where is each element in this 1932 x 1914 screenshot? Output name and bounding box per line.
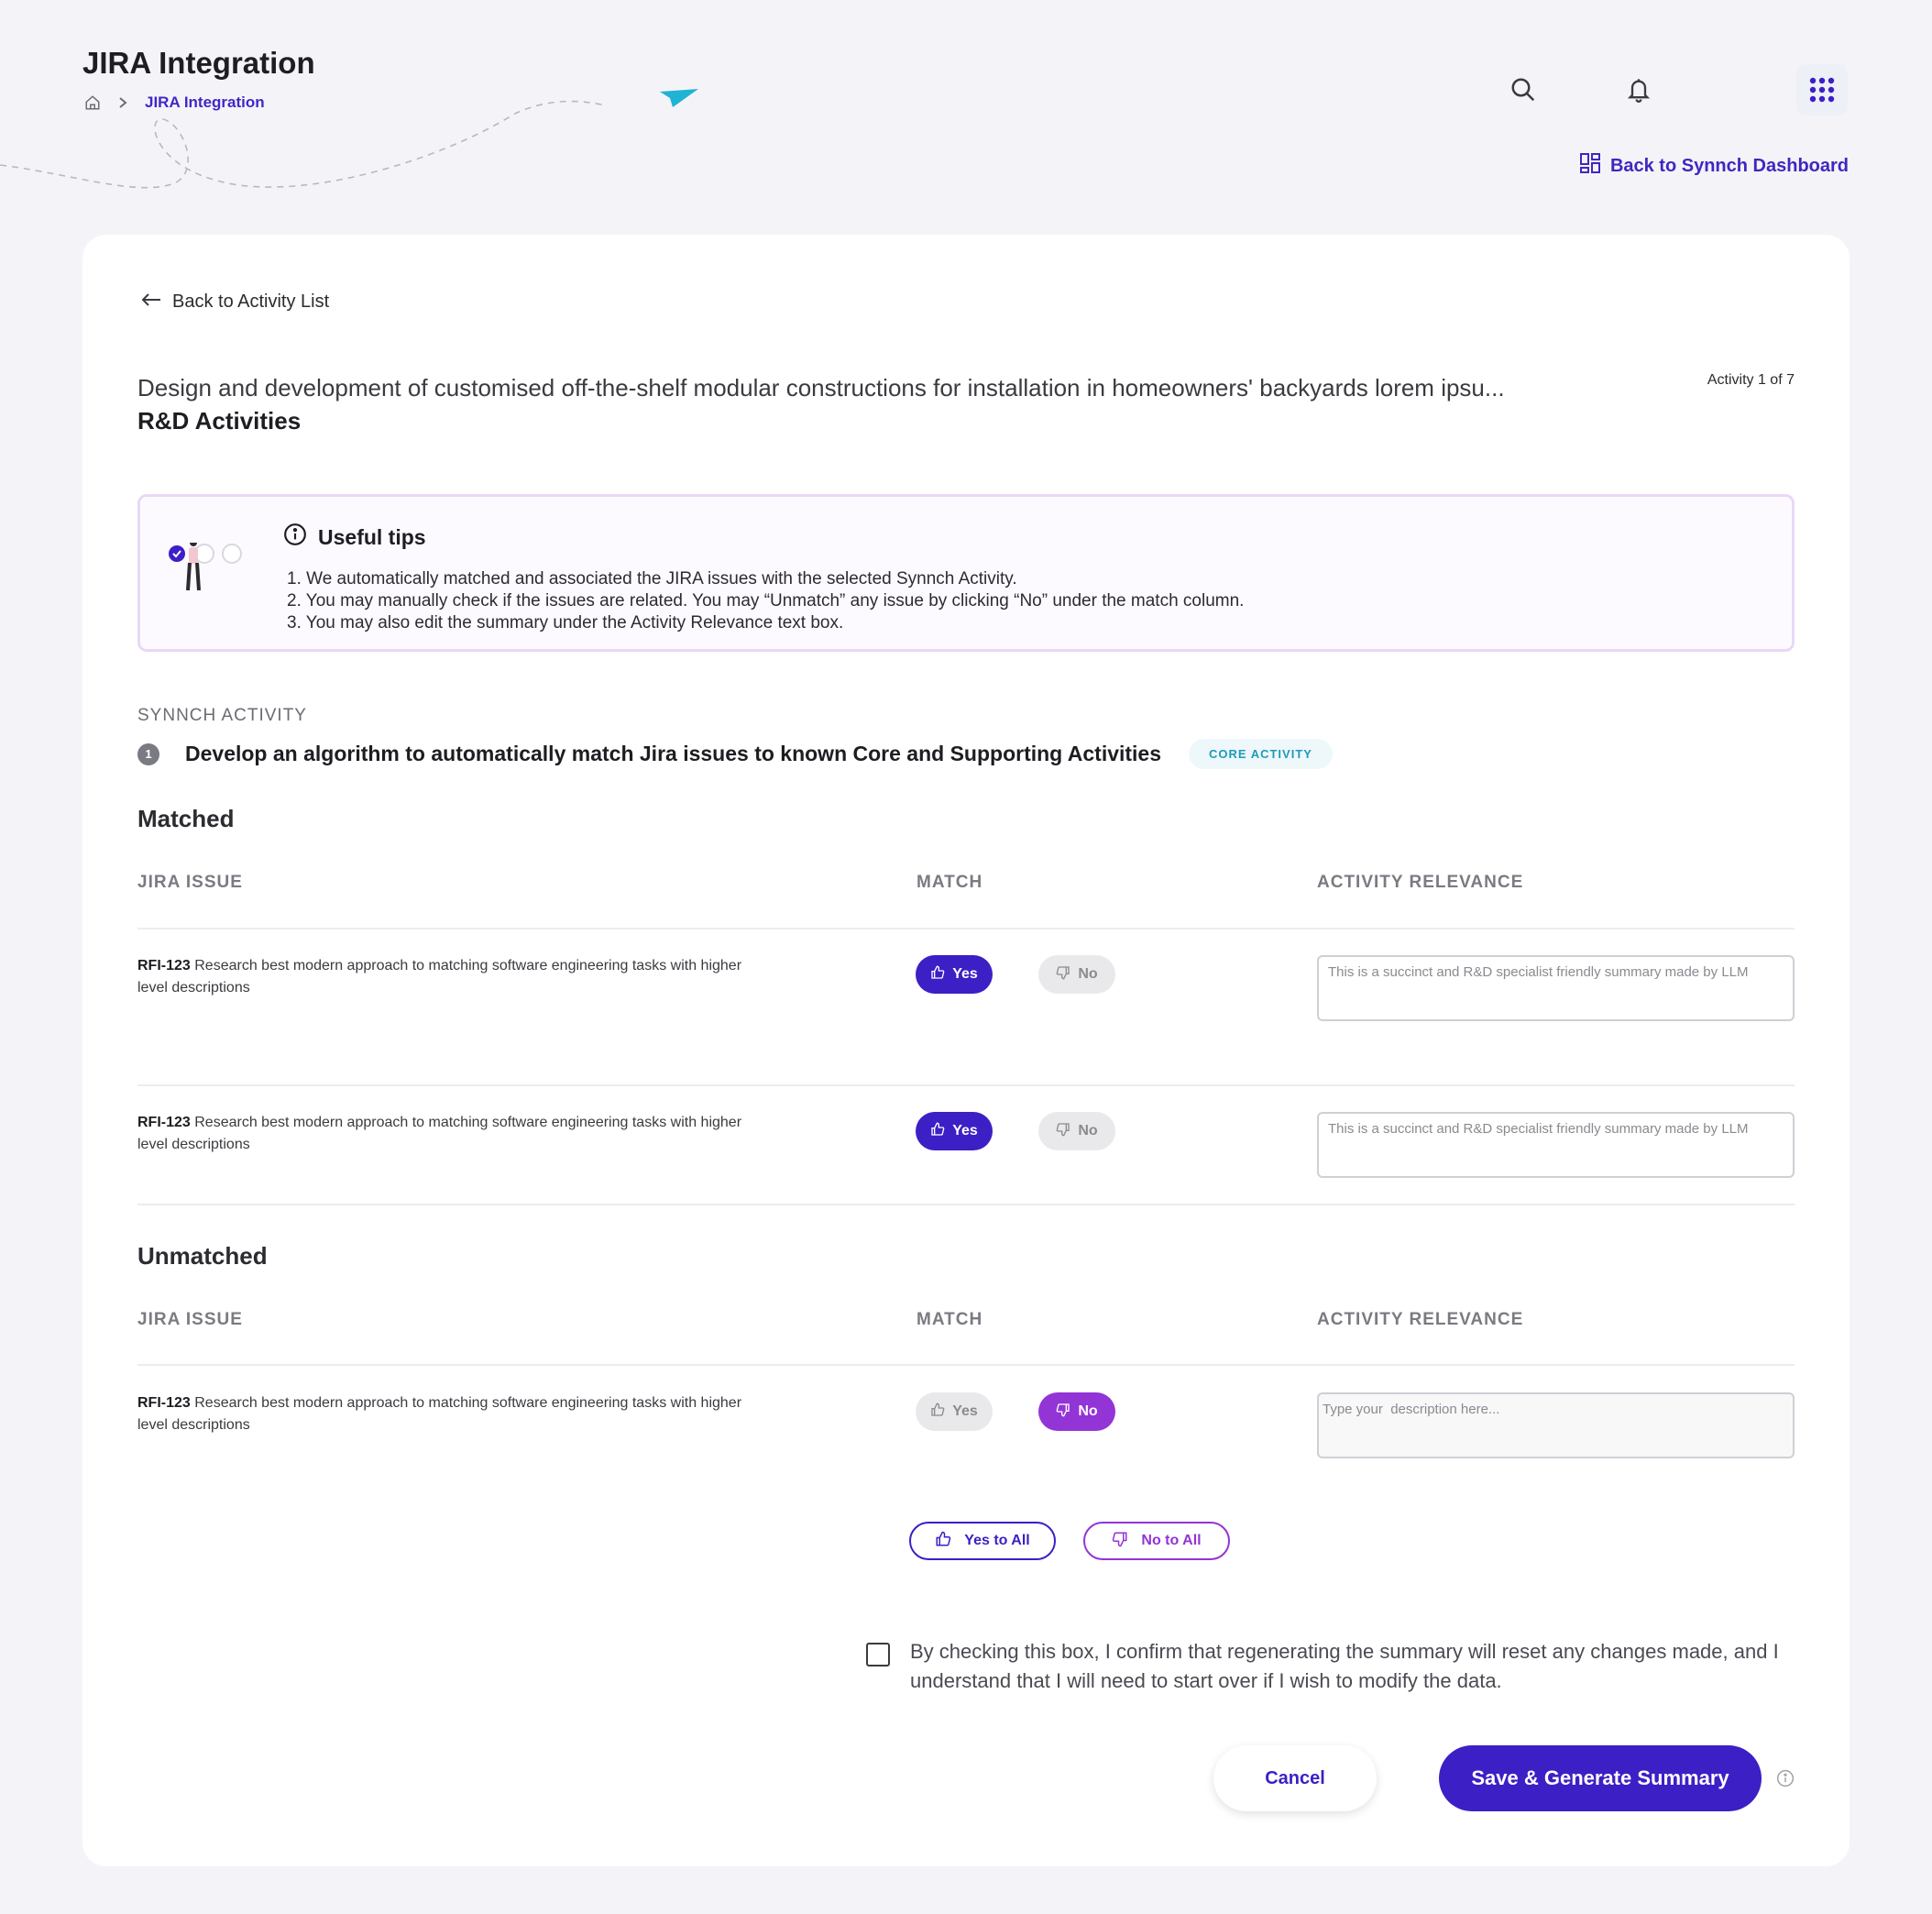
thumbs-down-icon bbox=[1056, 1122, 1070, 1141]
confirm-text: By checking this box, I confirm that reg… bbox=[910, 1640, 1779, 1692]
no-label: No bbox=[1078, 966, 1098, 982]
unmatched-issue-1: RFI-123 Research best modern approach to… bbox=[137, 1392, 761, 1436]
issue-key: RFI-123 bbox=[137, 1115, 191, 1130]
cancel-button[interactable]: Cancel bbox=[1213, 1745, 1377, 1811]
synnch-activity-label: SYNNCH ACTIVITY bbox=[137, 706, 307, 725]
issue-key: RFI-123 bbox=[137, 958, 191, 974]
match-no-button[interactable]: No bbox=[1038, 1392, 1115, 1431]
search-icon[interactable] bbox=[1498, 64, 1549, 116]
yes-to-all-button[interactable]: Yes to All bbox=[909, 1522, 1056, 1560]
apps-grid-icon[interactable] bbox=[1796, 64, 1848, 116]
activity-relevance-input[interactable] bbox=[1317, 1392, 1795, 1458]
column-header-activity-relevance: ACTIVITY RELEVANCE bbox=[1317, 1310, 1524, 1329]
activity-relevance-input[interactable]: This is a succinct and R&D specialist fr… bbox=[1317, 1112, 1795, 1178]
bell-icon[interactable] bbox=[1613, 64, 1664, 116]
activity-number-badge: 1 bbox=[137, 742, 159, 765]
info-icon bbox=[283, 522, 307, 552]
thumbs-down-icon bbox=[1056, 965, 1070, 984]
divider bbox=[137, 928, 1795, 930]
tips-list: 1. We automatically matched and associat… bbox=[287, 568, 1244, 634]
activity-category: R&D Activities bbox=[137, 407, 302, 434]
confirm-row: By checking this box, I confirm that reg… bbox=[866, 1637, 1790, 1696]
unmatched-section-title: Unmatched bbox=[137, 1242, 268, 1270]
activity-relevance-input[interactable]: This is a succinct and R&D specialist fr… bbox=[1317, 955, 1795, 1021]
divider bbox=[137, 1084, 1795, 1086]
synnch-activity-row: 1 Develop an algorithm to automatically … bbox=[137, 739, 1333, 769]
paper-plane-decoration bbox=[0, 89, 698, 189]
main-card: Back to Activity List Design and develop… bbox=[82, 235, 1850, 1866]
match-no-button[interactable]: No bbox=[1038, 955, 1115, 994]
divider bbox=[137, 1364, 1795, 1366]
yes-to-all-label: Yes to All bbox=[964, 1533, 1030, 1548]
dashboard-icon bbox=[1579, 152, 1601, 180]
matched-issue-2: RFI-123 Research best modern approach to… bbox=[137, 1112, 761, 1156]
thumbs-up-icon bbox=[935, 1531, 951, 1552]
matched-issue-1: RFI-123 Research best modern approach to… bbox=[137, 955, 761, 999]
page-title: JIRA Integration bbox=[82, 46, 315, 80]
back-to-activity-list-label: Back to Activity List bbox=[172, 292, 330, 312]
activity-description: Design and development of customised off… bbox=[137, 374, 1505, 402]
yes-label: Yes bbox=[952, 966, 978, 982]
activity-counter: Activity 1 of 7 bbox=[1707, 372, 1795, 388]
no-label: No bbox=[1078, 1403, 1098, 1419]
tips-title: Useful tips bbox=[283, 522, 426, 552]
confirm-checkbox[interactable] bbox=[866, 1643, 890, 1666]
thumbs-up-icon bbox=[930, 1122, 945, 1141]
column-header-match: MATCH bbox=[917, 1310, 983, 1329]
back-to-dashboard-link[interactable]: Back to Synnch Dashboard bbox=[1579, 152, 1849, 180]
thumbs-down-icon bbox=[1112, 1531, 1128, 1552]
column-header-jira-issue: JIRA ISSUE bbox=[137, 873, 243, 892]
match-no-button[interactable]: No bbox=[1038, 1112, 1115, 1150]
tip-item: 2. You may manually check if the issues … bbox=[287, 591, 1245, 610]
yes-label: Yes bbox=[952, 1403, 978, 1419]
no-to-all-label: No to All bbox=[1141, 1533, 1202, 1548]
column-header-match: MATCH bbox=[917, 873, 983, 892]
no-to-all-button[interactable]: No to All bbox=[1083, 1522, 1230, 1560]
no-label: No bbox=[1078, 1123, 1098, 1138]
back-to-dashboard-label: Back to Synnch Dashboard bbox=[1609, 155, 1849, 176]
tips-title-label: Useful tips bbox=[318, 524, 426, 549]
issue-text: Research best modern approach to matchin… bbox=[137, 1395, 742, 1433]
synnch-activity-title: Develop an algorithm to automatically ma… bbox=[185, 742, 1162, 765]
tip-item: 1. We automatically matched and associat… bbox=[287, 569, 1017, 588]
paper-plane-icon bbox=[660, 89, 698, 107]
thumbs-up-icon bbox=[930, 1402, 945, 1422]
info-icon[interactable] bbox=[1776, 1769, 1795, 1792]
match-yes-button[interactable]: Yes bbox=[916, 1392, 993, 1431]
thumbs-up-icon bbox=[930, 965, 945, 984]
matched-section-title: Matched bbox=[137, 805, 235, 832]
issue-text: Research best modern approach to matchin… bbox=[137, 958, 742, 996]
tips-illustration bbox=[169, 543, 242, 591]
column-header-jira-issue: JIRA ISSUE bbox=[137, 1310, 243, 1329]
arrow-left-icon bbox=[141, 292, 161, 313]
match-yes-button[interactable]: Yes bbox=[916, 955, 993, 994]
back-to-activity-list-link[interactable]: Back to Activity List bbox=[141, 292, 329, 313]
save-generate-summary-button[interactable]: Save & Generate Summary bbox=[1439, 1745, 1762, 1811]
divider bbox=[137, 1204, 1795, 1205]
issue-key: RFI-123 bbox=[137, 1395, 191, 1411]
issue-text: Research best modern approach to matchin… bbox=[137, 1115, 742, 1152]
match-yes-button[interactable]: Yes bbox=[916, 1112, 993, 1150]
core-activity-badge: CORE ACTIVITY bbox=[1189, 739, 1333, 769]
yes-label: Yes bbox=[952, 1123, 978, 1138]
thumbs-down-icon bbox=[1056, 1402, 1070, 1422]
tip-item: 3. You may also edit the summary under t… bbox=[287, 613, 844, 632]
useful-tips-panel: Useful tips 1. We automatically matched … bbox=[137, 494, 1795, 652]
column-header-activity-relevance: ACTIVITY RELEVANCE bbox=[1317, 873, 1524, 892]
